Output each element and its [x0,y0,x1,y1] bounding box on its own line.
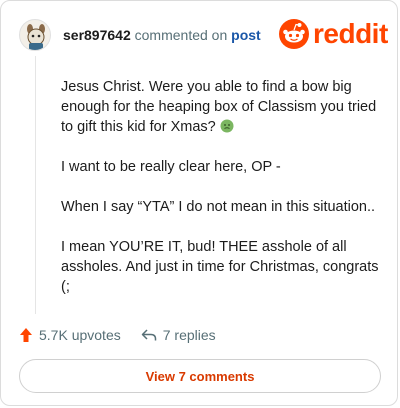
comment-paragraph: Jesus Christ. Were you able to find a bo… [61,79,377,135]
action-text: commented on [134,27,228,43]
comment-header: ser897642 commented on post [63,27,261,43]
reply-arrow-icon [141,329,156,341]
comment-body: Jesus Christ. Were you able to find a bo… [61,77,381,317]
upvote-count: 5.7K upvotes [39,327,121,343]
comment-paragraph: I want to be really clear here, OP - [61,159,281,175]
upvote-button[interactable]: 5.7K upvotes [19,327,121,343]
upvote-arrow-icon [20,328,32,342]
comment-footer: 5.7K upvotes 7 replies [19,327,216,343]
reddit-snoo-icon [279,19,309,49]
post-link[interactable]: post [231,27,261,43]
user-avatar-icon [27,24,45,50]
comment-paragraph: I mean YOU’RE IT, bud! THEE asshole of a… [61,239,379,295]
thread-line[interactable] [35,56,36,314]
comment-paragraph: When I say “YTA” I do not mean in this s… [61,199,376,215]
replies-button[interactable]: 7 replies [141,327,216,343]
comment-card: ser897642 commented on post reddit Jesus… [0,0,398,406]
reddit-logo[interactable]: reddit [279,19,388,49]
nauseated-face-icon [220,119,234,133]
brand-name: reddit [313,18,388,49]
view-comments-button[interactable]: View 7 comments [19,359,381,393]
avatar[interactable] [19,19,51,51]
replies-count: 7 replies [162,327,216,343]
username[interactable]: ser897642 [63,27,131,43]
